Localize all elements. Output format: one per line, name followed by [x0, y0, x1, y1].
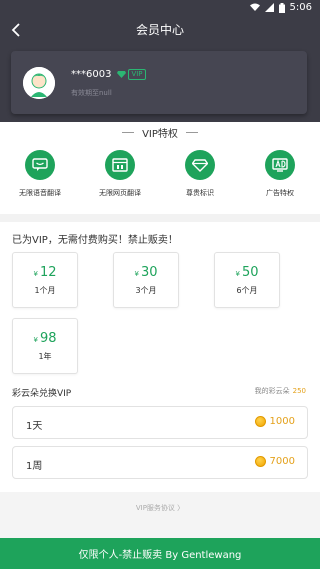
price-option-3-months[interactable]: ¥30 3个月 — [113, 252, 179, 308]
user-card: ***6003 VIP 有效期至null — [11, 51, 307, 114]
feature-label: 无限语音翻译 — [19, 189, 61, 197]
feature-web-translate[interactable]: 无限网页翻译 — [80, 150, 160, 198]
exchange-duration: 1周 — [26, 461, 43, 472]
vip-section-heading: VIP特权 — [0, 126, 320, 140]
feature-ad-privilege[interactable]: 广告特权 — [240, 150, 320, 198]
price-amount: ¥50 — [215, 265, 279, 280]
cost-value: 1000 — [269, 416, 295, 427]
status-icons: 5:06 — [249, 2, 312, 13]
expiry-date: 有效期至null — [71, 89, 112, 97]
price-option-1-month[interactable]: ¥12 1个月 — [12, 252, 78, 308]
price-amount: ¥30 — [114, 265, 178, 280]
coin-icon — [254, 456, 266, 467]
vip-agreement-link[interactable]: VIP服务协议 〉 — [0, 503, 320, 513]
feature-icon-circle — [185, 150, 215, 180]
price-option-6-months[interactable]: ¥50 6个月 — [214, 252, 280, 308]
price-amount: ¥98 — [13, 331, 77, 346]
ad-icon — [272, 158, 288, 172]
exchange-cost: 7000 — [254, 456, 295, 467]
balance-label: 我的彩云朵 — [254, 387, 290, 395]
currency-symbol: ¥ — [134, 270, 139, 278]
price-duration: 6个月 — [236, 286, 258, 295]
vip-section-title: VIP特权 — [142, 128, 178, 140]
vip-notice: 已为VIP，无需付费购买！禁止贩卖！ — [12, 235, 178, 246]
user-info: ***6003 VIP — [71, 69, 146, 80]
status-time: 5:06 — [289, 2, 312, 13]
cost-value: 7000 — [269, 456, 295, 467]
exchange-option-1-week[interactable]: 1周 7000 — [12, 446, 308, 479]
price-duration: 1年 — [38, 352, 52, 361]
price-option-1-year[interactable]: ¥98 1年 — [12, 318, 78, 374]
feature-badge[interactable]: 尊贵标识 — [160, 150, 240, 198]
feature-voice-translate[interactable]: 无限语音翻译 — [0, 150, 80, 198]
exchange-option-1-day[interactable]: 1天 1000 — [12, 406, 308, 439]
price-amount: ¥12 — [13, 265, 77, 280]
signal-icon — [264, 3, 274, 12]
section-separator — [0, 214, 320, 222]
currency-symbol: ¥ — [33, 270, 38, 278]
username: ***6003 — [71, 69, 112, 80]
avatar-icon — [23, 67, 55, 99]
diamond-icon — [192, 158, 208, 172]
chat-bubble-icon — [32, 158, 48, 171]
exchange-duration: 1天 — [26, 421, 43, 432]
agreement-area — [0, 492, 320, 538]
divider-left — [122, 131, 135, 133]
footer-button[interactable]: 仅限个人-禁止贩卖 By Gentlewang — [0, 538, 320, 569]
feature-label: 无限网页翻译 — [99, 189, 141, 197]
web-page-icon — [112, 158, 128, 172]
balance-value: 250 — [292, 387, 306, 395]
diamond-icon — [117, 71, 127, 78]
divider-right — [185, 131, 198, 133]
price-value: 30 — [140, 265, 158, 280]
feature-icon-circle — [25, 150, 55, 180]
price-duration: 3个月 — [135, 286, 157, 295]
avatar — [23, 67, 55, 99]
status-bar: 5:06 — [0, 0, 320, 16]
currency-symbol: ¥ — [235, 270, 240, 278]
battery-icon — [278, 2, 285, 13]
cloud-balance: 我的彩云朵 250 — [255, 386, 306, 396]
feature-label: 尊贵标识 — [186, 189, 214, 197]
wifi-icon — [249, 3, 260, 11]
feature-icon-circle — [105, 150, 135, 180]
coin-icon — [254, 416, 266, 427]
vip-tag: VIP — [128, 69, 146, 80]
exchange-title: 彩云朵兑换VIP — [12, 389, 72, 399]
price-value: 50 — [241, 265, 259, 280]
price-value: 98 — [39, 331, 57, 346]
feature-icon-circle — [265, 150, 295, 180]
price-duration: 1个月 — [34, 286, 56, 295]
feature-label: 广告特权 — [266, 189, 294, 197]
feature-list: 无限语音翻译 无限网页翻译 尊贵标识 广告特权 — [0, 150, 320, 198]
currency-symbol: ¥ — [33, 336, 38, 344]
page-title: 会员中心 — [135, 23, 184, 37]
price-value: 12 — [39, 265, 57, 280]
vip-badge: VIP — [117, 69, 146, 80]
exchange-cost: 1000 — [254, 416, 295, 427]
